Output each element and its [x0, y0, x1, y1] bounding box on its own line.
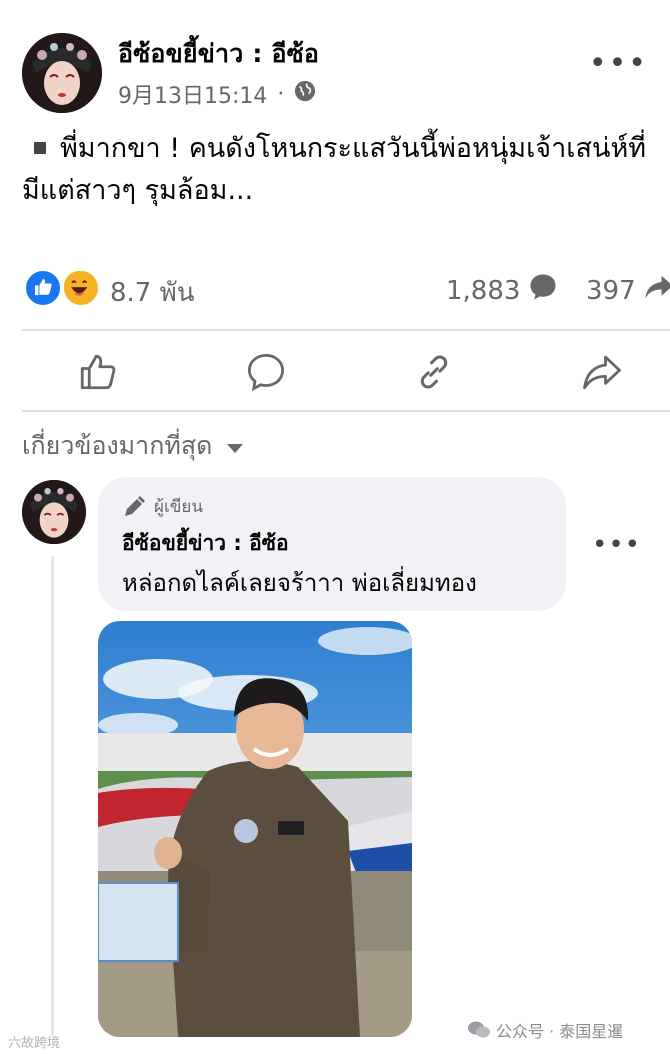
post-more-button[interactable]: ••• [589, 49, 648, 79]
share-icon [583, 355, 621, 390]
post-author-name[interactable]: อีซ้อขยี้ข่าว : อีซ้อ [118, 34, 319, 74]
pen-icon [125, 495, 145, 516]
shares-count[interactable]: 397 [586, 272, 670, 309]
comment-bubble-icon [528, 272, 558, 309]
haha-icon[interactable] [62, 269, 100, 307]
meta-separator: · [277, 81, 285, 107]
wechat-icon [468, 1021, 490, 1038]
post-timestamp[interactable]: 9月13日15:14 [118, 78, 267, 110]
comment-icon [247, 353, 285, 392]
reactions-row: 8.7 พัน 1,883 397 [22, 267, 670, 311]
comment-text: หล่อกดไลค์เลยจร้าาา พ่อเลี่ยมทอง [122, 569, 477, 597]
comments-count-value: 1,883 [446, 275, 521, 306]
caret-down-icon [226, 432, 244, 461]
comment-button[interactable] [244, 350, 288, 394]
author-avatar[interactable] [22, 33, 102, 113]
comment-bubble[interactable]: ผู้เขียน อีซ้อขยี้ข่าว : อีซ้อ หล่อกดไลค… [98, 477, 566, 611]
divider [22, 410, 670, 412]
shares-count-value: 397 [586, 275, 636, 306]
divider [22, 329, 670, 331]
comments-count[interactable]: 1,883 [446, 272, 558, 309]
post-text-line-1: พี่มากขา ! คนดังโหนกระแสวันนี้พ่อหนุ่มเจ… [60, 133, 647, 164]
share-button[interactable] [580, 350, 624, 394]
filter-label: เกี่ยวข้องมากที่สุด [22, 431, 213, 460]
post-meta: 9月13日15:14 · [118, 78, 316, 110]
watermark-right: 公众号 · 泰国星暹 [468, 1018, 623, 1042]
comment-more-button[interactable]: ••• [592, 532, 641, 558]
comment-author-name[interactable]: อีซ้อขยี้ข่าว : อีซ้อ [122, 527, 289, 560]
reaction-count[interactable]: 8.7 พัน [110, 272, 195, 313]
globe-icon [294, 80, 316, 108]
author-badge-label: ผู้เขียน [154, 497, 203, 517]
thumbs-up-icon [80, 354, 116, 390]
commenter-avatar[interactable] [22, 480, 86, 544]
comment-photo[interactable] [98, 621, 412, 1037]
like-button[interactable] [76, 350, 120, 394]
post-body: พี่มากขา ! คนดังโหนกระแสวันนี้พ่อหนุ่มเจ… [22, 128, 662, 212]
post-text-line-2: มีแต่สาวๆ รุมล้อม... [22, 175, 254, 206]
thread-line [51, 556, 54, 1036]
copy-link-button[interactable] [412, 350, 456, 394]
watermark-left: 六故跨境 [8, 1036, 61, 1051]
comment-filter-dropdown[interactable]: เกี่ยวข้องมากที่สุด [22, 426, 244, 466]
watermark-right-text: 公众号 · 泰国星暹 [496, 1022, 624, 1041]
bullet-icon [34, 141, 46, 154]
share-arrow-icon [644, 272, 670, 309]
like-icon[interactable] [24, 269, 62, 307]
author-badge: ผู้เขียน [122, 493, 203, 520]
link-icon [420, 355, 448, 389]
